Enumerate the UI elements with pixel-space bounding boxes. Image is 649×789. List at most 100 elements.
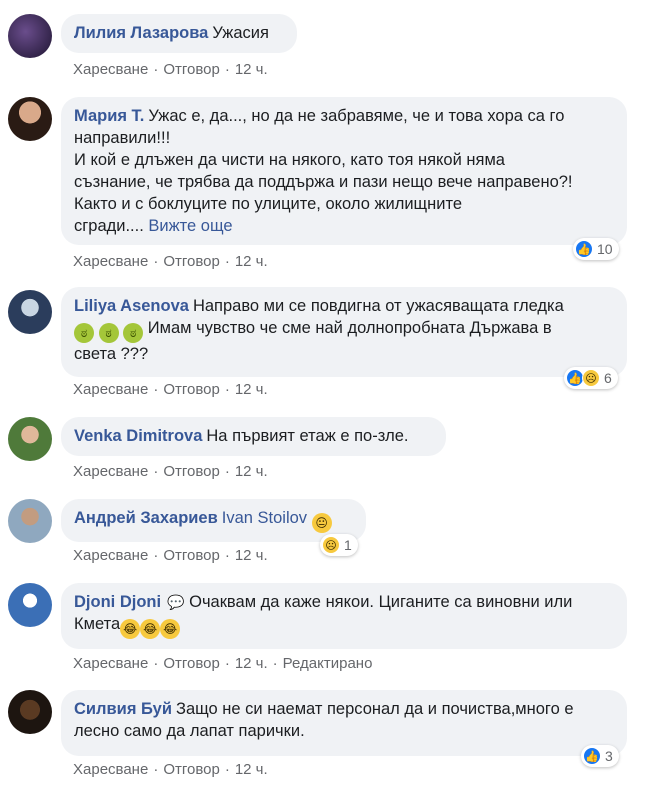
- separator: ·: [153, 381, 159, 398]
- comment-actions: Харесване · Отговор · 12 ч.: [73, 761, 268, 778]
- timestamp[interactable]: 12 ч.: [235, 655, 268, 672]
- avatar[interactable]: [8, 14, 52, 58]
- comment-author[interactable]: Силвия Буй: [74, 700, 172, 718]
- messenger-icon: 💬: [167, 594, 185, 610]
- comment-text-line: лесно само да лапат парички.: [74, 722, 305, 740]
- comment-text-line: съзнание, че трябва да поддържа и пази н…: [74, 173, 573, 191]
- sad-reaction-icon: ☹: [322, 536, 340, 554]
- timestamp[interactable]: 12 ч.: [235, 61, 268, 78]
- timestamp[interactable]: 12 ч.: [235, 547, 268, 564]
- reactions-badge[interactable]: ☹ 1: [320, 534, 358, 556]
- comment-text-line: Защо не си наемат персонал да и почиства…: [176, 700, 574, 718]
- reactions-badge[interactable]: 👍 ☹ 6: [564, 367, 618, 389]
- comment-author[interactable]: Venka Dimitrova: [74, 427, 202, 445]
- comment-bubble: Мария Т. Ужас е, да..., но да не забравям…: [61, 97, 627, 245]
- comment-bubble: Лилия Лазарова Ужасия: [61, 14, 297, 53]
- separator: ·: [224, 61, 230, 78]
- avatar[interactable]: [8, 97, 52, 141]
- separator: ·: [153, 655, 159, 672]
- reply-link[interactable]: Отговор: [163, 761, 220, 778]
- comment-actions: Харесване · Отговор · 12 ч.: [73, 253, 268, 270]
- comment-bubble: Venka Dimitrova На първият етаж е по-зле.: [61, 417, 446, 456]
- mention-link[interactable]: Ivan Stoilov: [222, 509, 307, 527]
- like-link[interactable]: Харесване: [73, 463, 148, 480]
- nauseated-face-icon: ಠ: [123, 323, 144, 343]
- comment-actions: Харесване · Отговор · 12 ч. · Редактирано: [73, 655, 372, 672]
- reaction-count: 10: [597, 241, 613, 257]
- comment-text-line: света ???: [74, 345, 149, 363]
- separator: ·: [153, 547, 159, 564]
- comment-text: На първият етаж е по-зле.: [206, 427, 409, 445]
- reactions-badge[interactable]: 👍 3: [581, 745, 619, 767]
- separator: ·: [272, 655, 278, 672]
- comment-author[interactable]: Djoni Djoni: [74, 593, 161, 611]
- reactions-badge[interactable]: 👍 10: [573, 238, 619, 260]
- reaction-count: 1: [344, 537, 352, 553]
- comment-author[interactable]: Андрей Захариев: [74, 509, 218, 527]
- timestamp[interactable]: 12 ч.: [235, 761, 268, 778]
- like-link[interactable]: Харесване: [73, 253, 148, 270]
- comment-author[interactable]: Liliya Asenova: [74, 297, 189, 315]
- separator: ·: [224, 761, 230, 778]
- reaction-count: 3: [605, 748, 613, 764]
- separator: ·: [224, 655, 230, 672]
- like-link[interactable]: Харесване: [73, 61, 148, 78]
- comment-text-line: Направо ми се повдигна от ужасяващата гл…: [192, 297, 564, 315]
- comment-text-line: сгради....: [74, 217, 144, 235]
- separator: ·: [224, 381, 230, 398]
- like-link[interactable]: Харесване: [73, 547, 148, 564]
- laughing-face-icon: 😂: [140, 619, 161, 639]
- like-link[interactable]: Харесване: [73, 381, 148, 398]
- comment-text-line: И кой е длъжен да чисти на някого, като …: [74, 151, 505, 169]
- comment-author[interactable]: Лилия Лазарова: [74, 24, 208, 42]
- reply-link[interactable]: Отговор: [163, 463, 220, 480]
- separator: ·: [224, 463, 230, 480]
- like-link[interactable]: Харесване: [73, 655, 148, 672]
- comment-bubble: Djoni Djoni 💬 Очаквам да каже някои. Цига…: [61, 583, 627, 649]
- comment-text-line: Както и с боклуците по улиците, около жи…: [74, 195, 462, 213]
- comment-bubble: Андрей Захариев Ivan Stoilov 😐: [61, 499, 366, 542]
- avatar[interactable]: [8, 417, 52, 461]
- comment-bubble: Силвия Буй Защо не си наемат персонал да …: [61, 690, 627, 756]
- reply-link[interactable]: Отговор: [163, 253, 220, 270]
- timestamp[interactable]: 12 ч.: [235, 463, 268, 480]
- timestamp[interactable]: 12 ч.: [235, 253, 268, 270]
- separator: ·: [153, 61, 159, 78]
- avatar[interactable]: [8, 290, 52, 334]
- comment-actions: Харесване · Отговор · 12 ч.: [73, 61, 268, 78]
- comment-text-line: Имам чувство че сме най долнопробната Дъ…: [147, 319, 552, 337]
- comment-text-line: Ужас е, да..., но да не забравяме, че и …: [148, 107, 565, 125]
- nauseated-face-icon: ಠ: [98, 323, 119, 343]
- separator: ·: [153, 761, 159, 778]
- timestamp[interactable]: 12 ч.: [235, 381, 268, 398]
- avatar[interactable]: [8, 499, 52, 543]
- avatar[interactable]: [8, 690, 52, 734]
- reply-link[interactable]: Отговор: [163, 655, 220, 672]
- separator: ·: [224, 253, 230, 270]
- separator: ·: [153, 253, 159, 270]
- comment-text-line: Кмета: [74, 615, 121, 633]
- laughing-face-icon: 😂: [120, 619, 141, 639]
- edited-label[interactable]: Редактирано: [283, 655, 373, 672]
- comment-actions: Харесване · Отговор · 12 ч.: [73, 463, 268, 480]
- avatar[interactable]: [8, 583, 52, 627]
- like-reaction-icon: 👍: [575, 240, 593, 258]
- reply-link[interactable]: Отговор: [163, 547, 220, 564]
- neutral-face-icon: 😐: [311, 513, 332, 533]
- reply-link[interactable]: Отговор: [163, 61, 220, 78]
- nauseated-face-icon: ಠ: [74, 323, 94, 343]
- comment-author[interactable]: Мария Т.: [74, 107, 144, 125]
- comment-actions: Харесване · Отговор · 12 ч.: [73, 381, 268, 398]
- comment-text-line: Очаквам да каже някои. Циганите са винов…: [189, 593, 573, 611]
- laughing-face-icon: 😂: [160, 619, 181, 639]
- see-more-link[interactable]: Вижте още: [148, 217, 232, 235]
- reaction-count: 6: [604, 370, 612, 386]
- sad-reaction-icon: ☹: [582, 369, 600, 387]
- comment-text-line: направили!!!: [74, 129, 171, 147]
- reply-link[interactable]: Отговор: [163, 381, 220, 398]
- comment-bubble: Liliya Asenova Направо ми се повдигна от …: [61, 287, 627, 377]
- separator: ·: [153, 463, 159, 480]
- comment-text: Ужасия: [212, 24, 269, 42]
- like-link[interactable]: Харесване: [73, 761, 148, 778]
- separator: ·: [224, 547, 230, 564]
